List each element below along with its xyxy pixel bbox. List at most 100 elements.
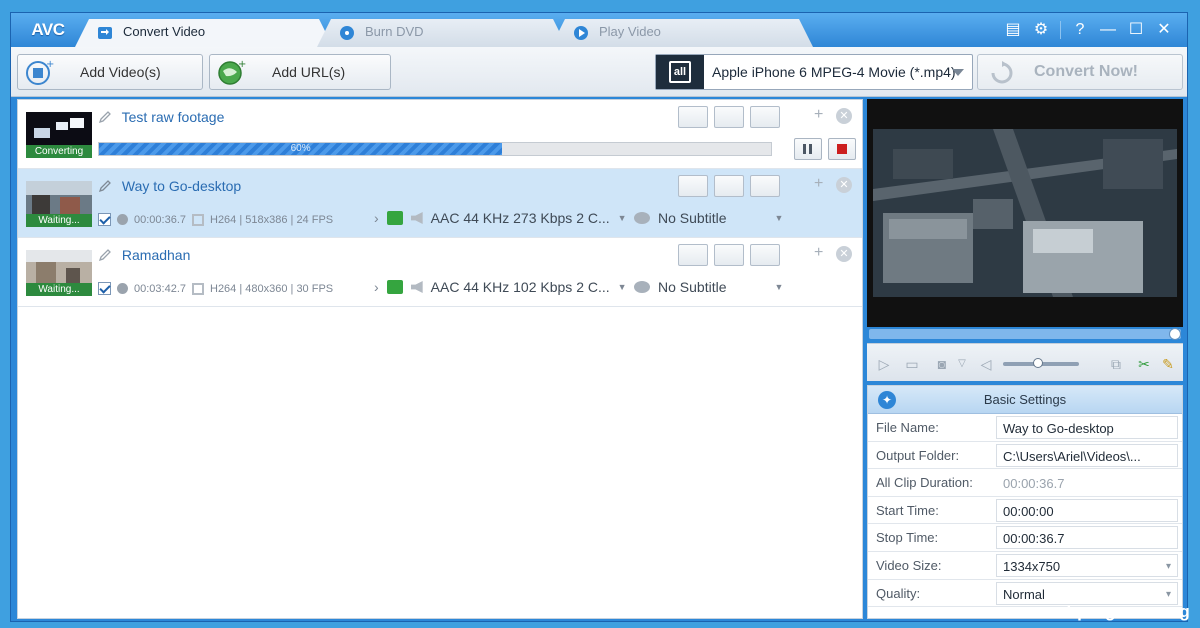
list-item[interactable]: Waiting... Ramadhan + ✕ 00:03:42.7 H264 … xyxy=(18,238,862,307)
video-info: H264 | 518x386 | 24 FPS xyxy=(210,213,334,226)
camera-icon[interactable]: ◙ xyxy=(933,355,951,373)
tab-burn-dvd[interactable]: Burn DVD xyxy=(317,19,567,47)
pause-button[interactable] xyxy=(794,138,822,160)
scissors-icon[interactable] xyxy=(714,106,744,128)
seek-handle[interactable] xyxy=(1169,328,1181,340)
magic-wand-icon[interactable] xyxy=(750,175,780,197)
stop-time-field[interactable]: 00:00:36.7 xyxy=(996,526,1178,550)
minimize-icon[interactable]: — xyxy=(1099,21,1117,39)
output-profile-select[interactable]: all Apple iPhone 6 MPEG-4 Movie (*.mp4) xyxy=(655,54,973,90)
remove-icon[interactable]: ✕ xyxy=(836,108,852,124)
file-title[interactable]: Ramadhan xyxy=(98,247,190,263)
setting-start-time: Start Time: 00:00:00 xyxy=(868,497,1182,525)
plus-icon[interactable]: + xyxy=(814,106,823,124)
chevron-right-icon: › xyxy=(374,279,379,295)
chevron-down-icon[interactable]: ▽ xyxy=(953,355,971,373)
disc-icon xyxy=(339,25,355,41)
list-item[interactable]: Converting Test raw footage + ✕ 60% xyxy=(18,100,862,169)
video-meta: 00:03:42.7 H264 | 480x360 | 30 FPS xyxy=(98,282,333,295)
basic-settings-panel: ✦ Basic Settings File Name: Way to Go-de… xyxy=(867,385,1183,619)
remove-icon[interactable]: ✕ xyxy=(836,177,852,193)
speaker-icon xyxy=(410,212,423,224)
subtitle-select[interactable]: No Subtitle ▼ xyxy=(634,210,783,226)
duration: 00:03:42.7 xyxy=(134,282,186,295)
magic-wand-icon[interactable] xyxy=(750,244,780,266)
subtitle-select[interactable]: No Subtitle ▼ xyxy=(634,279,783,295)
video-size-select[interactable]: 1334x750 xyxy=(996,553,1178,578)
app-window: AVC Convert Video Burn DVD Play Video ▤ … xyxy=(10,12,1188,622)
toolbar: + Add Video(s) + Add URL(s) all Apple iP… xyxy=(11,47,1187,97)
output-folder-field[interactable]: C:\Users\Ariel\Videos\... xyxy=(996,443,1178,467)
audio-track-select[interactable]: › AAC 44 KHz 273 Kbps 2 C... ▼ xyxy=(374,210,627,226)
svg-text:+: + xyxy=(46,59,54,70)
scissors-icon[interactable] xyxy=(714,175,744,197)
plus-icon[interactable]: + xyxy=(814,244,823,262)
list-item[interactable]: Waiting... Way to Go-desktop + ✕ 00:00:3… xyxy=(18,169,862,238)
setting-video-size: Video Size: 1334x750 xyxy=(868,552,1182,580)
add-url-button[interactable]: + Add URL(s) xyxy=(209,54,391,90)
chevron-down-icon: ▼ xyxy=(774,213,784,223)
chevron-down-icon: ▼ xyxy=(774,282,784,292)
file-title[interactable]: Way to Go-desktop xyxy=(98,178,241,194)
row-tools xyxy=(678,244,780,266)
row-tools xyxy=(678,175,780,197)
seek-bar[interactable] xyxy=(869,328,1181,340)
convert-settings-button[interactable] xyxy=(678,175,708,197)
tab-label: Convert Video xyxy=(123,24,206,39)
subtitle-icon xyxy=(634,281,650,293)
add-videos-button[interactable]: + Add Video(s) xyxy=(17,54,203,90)
refresh-icon xyxy=(991,61,1013,84)
start-time-field[interactable]: 00:00:00 xyxy=(996,498,1178,522)
audio-track-icon xyxy=(386,280,403,294)
maximize-icon[interactable]: ☐ xyxy=(1127,21,1145,39)
include-checkbox[interactable] xyxy=(98,282,111,295)
volume-slider[interactable] xyxy=(1003,358,1079,368)
title-bar: AVC Convert Video Burn DVD Play Video ▤ … xyxy=(11,13,1187,47)
close-icon[interactable]: ✕ xyxy=(1155,21,1173,39)
stop-icon[interactable]: ▭ xyxy=(903,355,921,373)
tab-label: Burn DVD xyxy=(365,24,424,39)
stop-button[interactable] xyxy=(828,138,856,160)
window-controls: ▤ ⚙ ? — ☐ ✕ xyxy=(1004,19,1173,41)
magic-wand-icon[interactable] xyxy=(750,106,780,128)
preview-frame-image xyxy=(873,129,1177,297)
video-thumbnail: Waiting... xyxy=(26,250,92,296)
volume-icon[interactable]: ◁ xyxy=(977,355,995,373)
profile-category-icon: all xyxy=(656,55,704,89)
scissors-icon[interactable]: ✂ xyxy=(1135,355,1153,373)
register-icon[interactable]: ▤ xyxy=(1004,21,1022,39)
tab-convert-video[interactable]: Convert Video xyxy=(75,19,333,47)
video-thumbnail: Converting xyxy=(26,112,92,158)
status-badge: Converting xyxy=(26,145,92,158)
duration: 00:00:36.7 xyxy=(134,213,186,226)
settings-header[interactable]: ✦ Basic Settings xyxy=(868,386,1182,414)
scissors-icon[interactable] xyxy=(714,244,744,266)
gear-icon[interactable]: ⚙ xyxy=(1032,21,1050,39)
play-icon[interactable]: ▷ xyxy=(875,355,893,373)
plus-icon[interactable]: + xyxy=(814,175,823,193)
convert-now-button[interactable]: Convert Now! xyxy=(977,54,1183,90)
chevron-down-icon xyxy=(952,69,964,76)
tab-play-video[interactable]: Play Video xyxy=(551,19,813,47)
copy-icon[interactable]: ⧉ xyxy=(1107,355,1125,373)
stop-icon xyxy=(837,144,847,154)
player-controls: ▷ ▭ ◙ ▽ ◁ ⧉ ✂ ✎ xyxy=(867,343,1183,381)
file-title[interactable]: Test raw footage xyxy=(98,109,224,125)
convert-settings-button[interactable] xyxy=(678,244,708,266)
row-tools xyxy=(678,106,780,128)
magic-wand-icon[interactable]: ✎ xyxy=(1159,355,1177,373)
speaker-icon xyxy=(410,281,423,293)
convert-settings-button[interactable] xyxy=(678,106,708,128)
chevron-down-icon: ▼ xyxy=(617,282,627,292)
all-clip-duration-value: 00:00:36.7 xyxy=(1003,476,1065,492)
help-icon[interactable]: ? xyxy=(1071,21,1089,39)
remove-icon[interactable]: ✕ xyxy=(836,246,852,262)
video-preview[interactable] xyxy=(867,99,1183,327)
app-logo: AVC xyxy=(31,20,65,39)
volume-handle[interactable] xyxy=(1033,358,1043,368)
progress-bar: 60% xyxy=(98,142,772,156)
pencil-icon xyxy=(98,180,111,193)
file-name-field[interactable]: Way to Go-desktop xyxy=(996,416,1178,439)
include-checkbox[interactable] xyxy=(98,213,111,226)
audio-track-select[interactable]: › AAC 44 KHz 102 Kbps 2 C... ▼ xyxy=(374,279,627,295)
